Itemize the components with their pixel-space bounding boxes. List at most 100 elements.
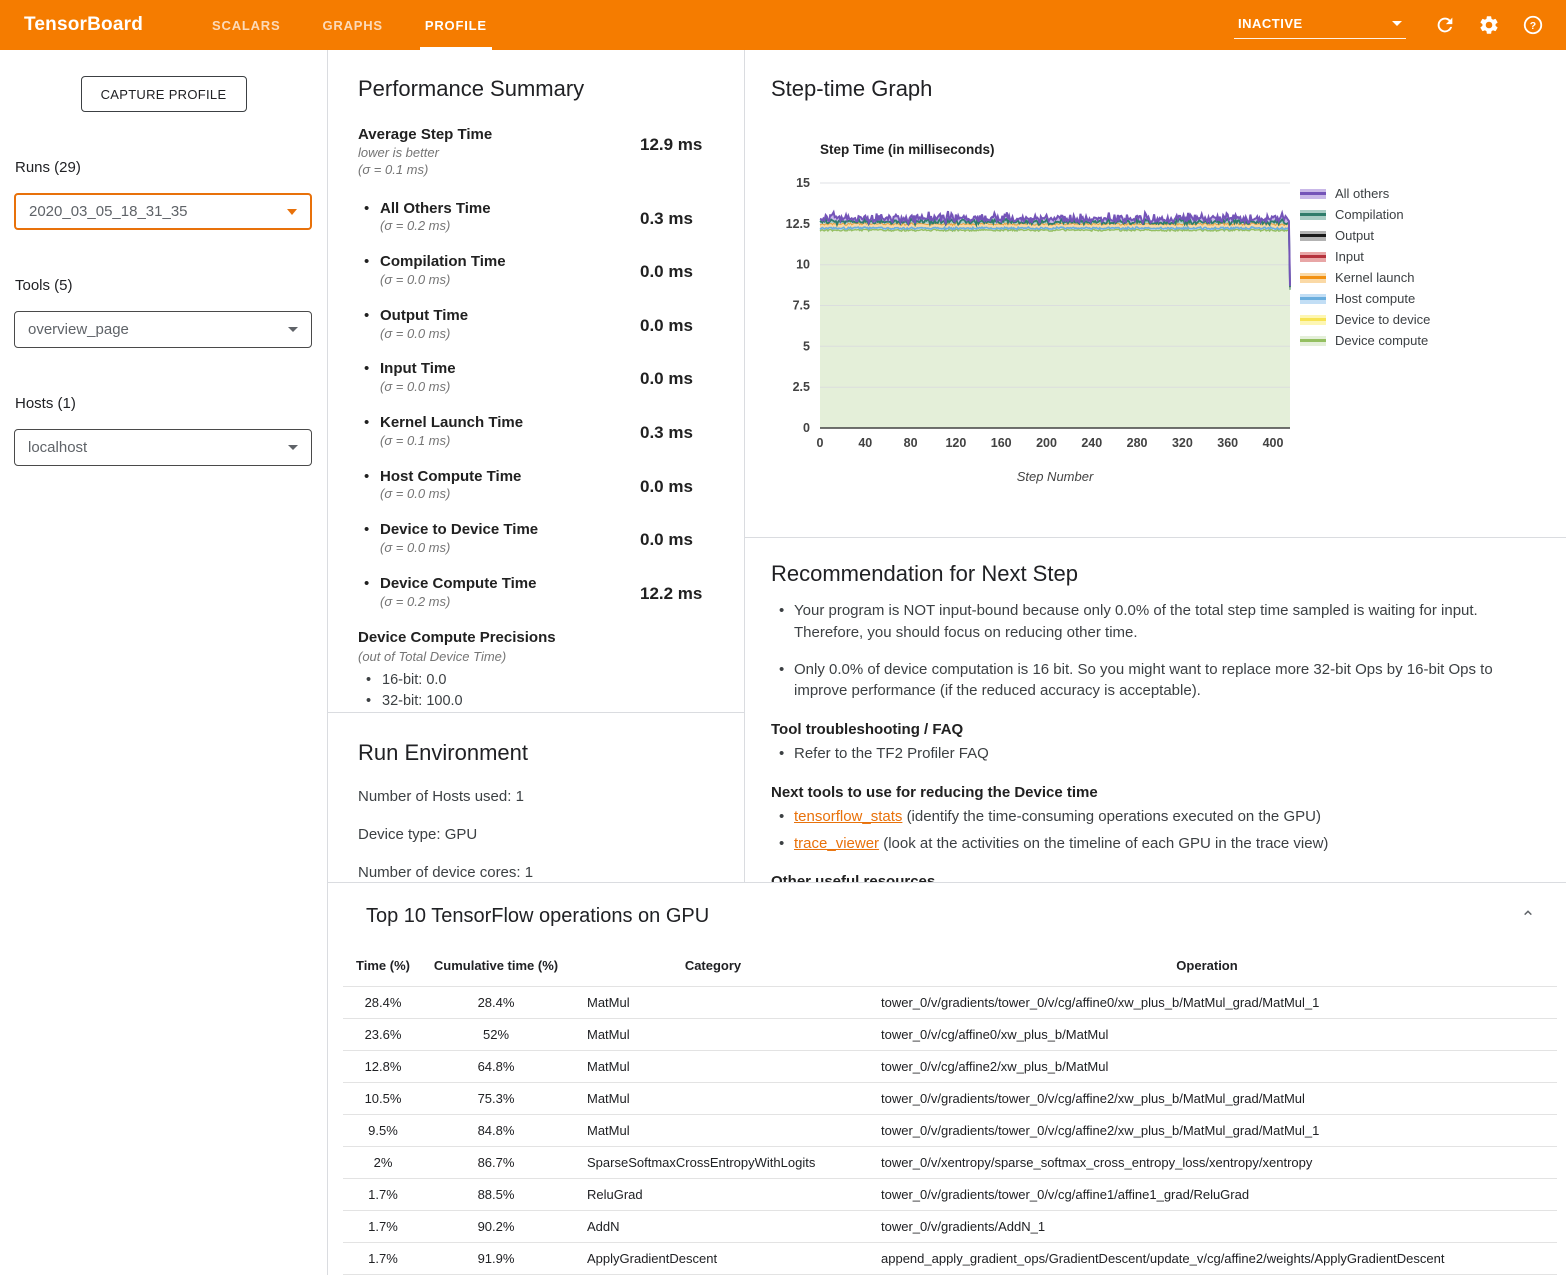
next-tool-item: tensorflow_stats (identify the time-cons…	[794, 806, 1536, 828]
capture-profile-button[interactable]: CAPTURE PROFILE	[81, 76, 247, 112]
tab-bar: SCALARS GRAPHS PROFILE	[191, 0, 508, 50]
svg-text:240: 240	[1081, 436, 1102, 450]
svg-text:320: 320	[1172, 436, 1193, 450]
sidebar: CAPTURE PROFILE Runs (29) 2020_03_05_18_…	[0, 50, 328, 1275]
runs-dropdown[interactable]: 2020_03_05_18_31_35	[14, 193, 312, 230]
cell-time: 10.5%	[343, 1083, 423, 1115]
metric-label: Output Time	[380, 307, 640, 326]
metric-label: Device to Device Time	[380, 521, 640, 540]
cell-operation: tower_0/v/gradients/tower_0/v/cg/affine2…	[857, 1083, 1557, 1115]
svg-text:5: 5	[803, 339, 810, 353]
legend-swatch	[1300, 294, 1326, 304]
cell-cumulative: 86.7%	[423, 1147, 569, 1179]
svg-text:0: 0	[803, 421, 810, 435]
col-category: Category	[569, 952, 857, 987]
metric-label: Average Step Time	[358, 126, 640, 145]
cell-cumulative: 90.2%	[423, 1211, 569, 1243]
tab-profile[interactable]: PROFILE	[404, 0, 508, 50]
legend-label: Compilation	[1335, 207, 1404, 222]
tools-dropdown[interactable]: overview_page	[14, 311, 312, 348]
cell-time: 2%	[343, 1147, 423, 1179]
legend-item: Device compute	[1300, 330, 1430, 351]
tool-description: (identify the time-consuming operations …	[907, 808, 1321, 825]
legend-item: Input	[1300, 246, 1430, 267]
legend-item: Compilation	[1300, 204, 1430, 225]
chevron-up-icon	[1520, 905, 1536, 921]
tools-label: Tools (5)	[15, 277, 312, 294]
table-row: 12.8%64.8%MatMultower_0/v/cg/affine2/xw_…	[343, 1051, 1557, 1083]
step-time-graph-title: Step-time Graph	[771, 76, 1566, 102]
run-env-line: Number of Hosts used: 1	[358, 788, 724, 805]
cell-category: SparseSoftmaxCrossEntropyWithLogits	[569, 1147, 857, 1179]
collapse-section-button[interactable]	[1518, 903, 1538, 923]
metric-label: Device Compute Time	[380, 575, 640, 594]
gear-icon[interactable]	[1477, 14, 1500, 37]
metric-value: 0.3 ms	[640, 200, 693, 236]
metric-row: All Others Time (σ = 0.2 ms) 0.3 ms	[358, 200, 730, 236]
cell-category: MatMul	[569, 1051, 857, 1083]
col-cumulative: Cumulative time (%)	[423, 952, 569, 987]
faq-item: Refer to the TF2 Profiler FAQ	[794, 743, 1536, 765]
svg-text:200: 200	[1036, 436, 1057, 450]
recommendation-bullet: Only 0.0% of device computation is 16 bi…	[794, 659, 1536, 703]
legend-label: Output	[1335, 228, 1374, 243]
recommendation-card: Recommendation for Next Step Your progra…	[745, 538, 1566, 883]
legend-label: Kernel launch	[1335, 270, 1415, 285]
cell-time: 28.4%	[343, 987, 423, 1019]
metric-label: Compilation Time	[380, 253, 640, 272]
metric-value: 12.2 ms	[640, 575, 702, 611]
cell-cumulative: 52%	[423, 1019, 569, 1051]
precision-item: 16-bit: 0.0	[366, 670, 730, 691]
tab-graphs[interactable]: GRAPHS	[301, 0, 403, 50]
legend-swatch	[1300, 210, 1326, 220]
performance-summary-card: Performance Summary Average Step Time lo…	[328, 50, 744, 713]
run-environment-card: Run Environment Number of Hosts used: 1 …	[328, 713, 744, 881]
step-time-chart: Step Time (in milliseconds)02.557.51012.…	[765, 138, 1325, 490]
cell-operation: tower_0/v/gradients/tower_0/v/cg/affine2…	[857, 1115, 1557, 1147]
status-dropdown[interactable]: INACTIVE	[1234, 12, 1406, 39]
device-compute-precisions: Device Compute Precisions (out of Total …	[358, 629, 730, 712]
right-column: Step-time Graph Step Time (in millisecon…	[745, 50, 1566, 882]
table-header-row: Time (%) Cumulative time (%) Category Op…	[343, 952, 1557, 987]
performance-summary-title: Performance Summary	[358, 76, 730, 102]
svg-text:40: 40	[858, 436, 872, 450]
metric-sigma: (σ = 0.0 ms)	[380, 540, 640, 557]
run-env-line: Number of device cores: 1	[358, 864, 724, 881]
cell-time: 23.6%	[343, 1019, 423, 1051]
help-icon[interactable]: ?	[1521, 14, 1544, 37]
metric-label: Input Time	[380, 360, 640, 379]
tools-group: Tools (5) overview_page	[14, 277, 312, 348]
metric-value: 0.3 ms	[640, 414, 693, 450]
svg-text:0: 0	[817, 436, 824, 450]
cell-operation: append_apply_gradient_ops/GradientDescen…	[857, 1243, 1557, 1275]
svg-text:400: 400	[1263, 436, 1284, 450]
metric-sigma: (σ = 0.0 ms)	[380, 272, 640, 289]
legend-swatch	[1300, 273, 1326, 283]
svg-text:2.5: 2.5	[793, 380, 810, 394]
cell-time: 9.5%	[343, 1115, 423, 1147]
hosts-label: Hosts (1)	[15, 395, 312, 412]
metric-sigma: (σ = 0.1 ms)	[380, 433, 640, 450]
legend-swatch	[1300, 189, 1326, 199]
metric-row: Kernel Launch Time (σ = 0.1 ms) 0.3 ms	[358, 414, 730, 450]
table-row: 1.7%88.5%ReluGradtower_0/v/gradients/tow…	[343, 1179, 1557, 1211]
trace-viewer-link[interactable]: trace_viewer	[794, 835, 879, 852]
tools-value: overview_page	[28, 321, 129, 338]
chevron-down-icon	[287, 209, 297, 215]
top10-operations-card: Top 10 TensorFlow operations on GPU Time…	[328, 883, 1566, 1275]
metric-row: Compilation Time (σ = 0.0 ms) 0.0 ms	[358, 253, 730, 289]
svg-text:10: 10	[796, 258, 810, 272]
cell-operation: tower_0/v/xentropy/sparse_softmax_cross_…	[857, 1147, 1557, 1179]
precision-item: 32-bit: 100.0	[366, 691, 730, 712]
cell-operation: tower_0/v/cg/affine2/xw_plus_b/MatMul	[857, 1051, 1557, 1083]
precisions-note: (out of Total Device Time)	[358, 649, 730, 664]
legend-item: Kernel launch	[1300, 267, 1430, 288]
hosts-dropdown[interactable]: localhost	[14, 429, 312, 466]
tab-scalars[interactable]: SCALARS	[191, 0, 301, 50]
tensorflow-stats-link[interactable]: tensorflow_stats	[794, 808, 902, 825]
legend-label: Input	[1335, 249, 1364, 264]
run-environment-title: Run Environment	[358, 740, 724, 766]
table-row: 28.4%28.4%MatMultower_0/v/gradients/towe…	[343, 987, 1557, 1019]
cell-cumulative: 84.8%	[423, 1115, 569, 1147]
refresh-icon[interactable]	[1433, 14, 1456, 37]
